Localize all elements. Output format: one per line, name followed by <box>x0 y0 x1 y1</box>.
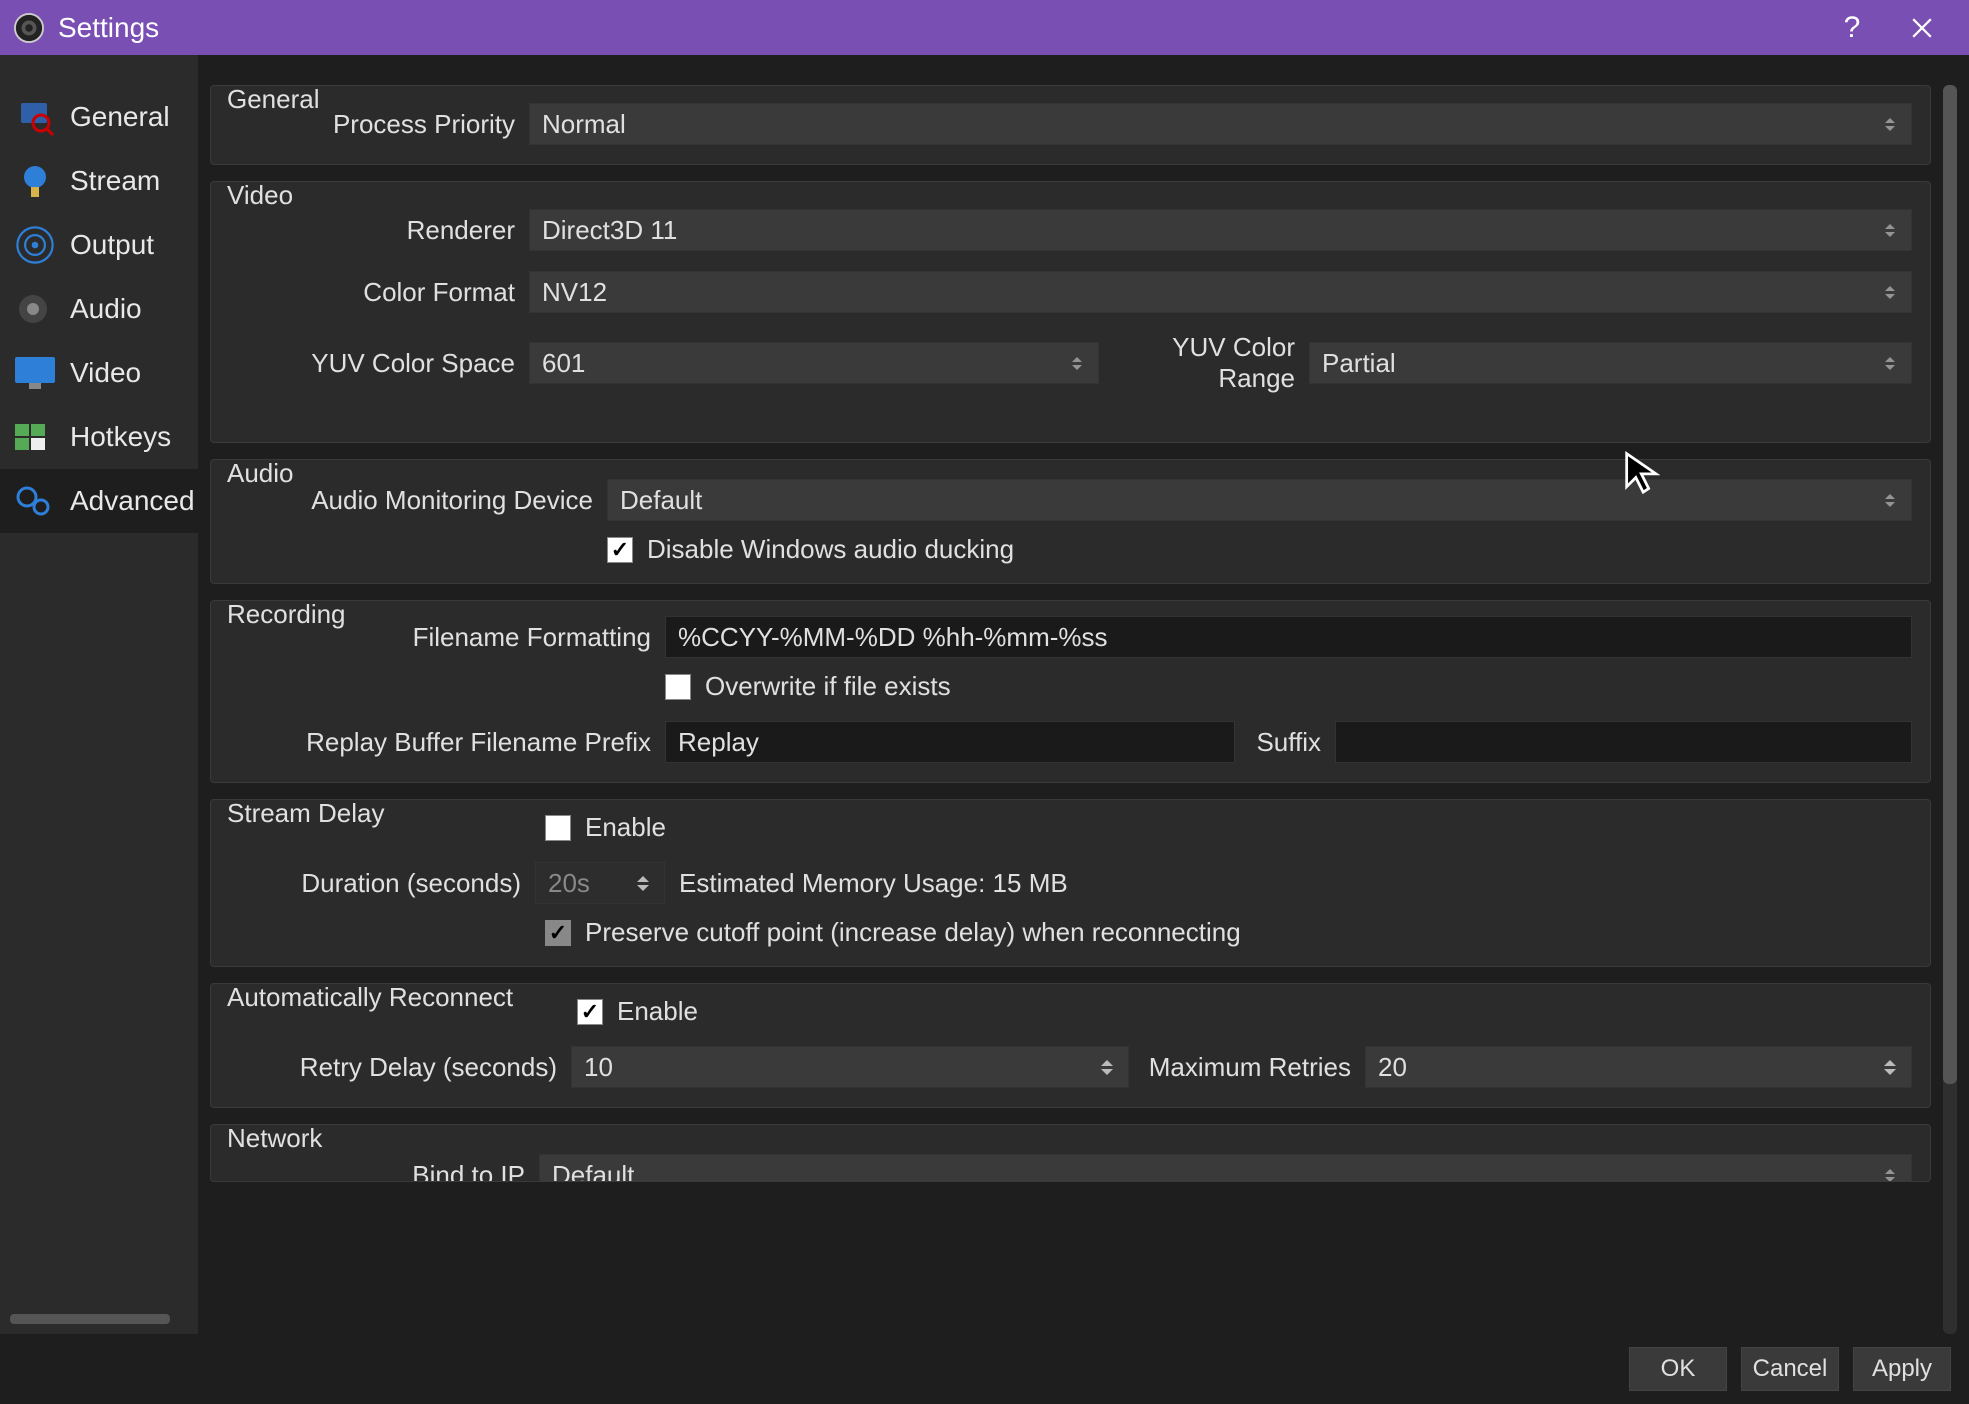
input-filename-formatting[interactable]: %CCYY-%MM-%DD %hh-%mm-%ss <box>665 616 1912 658</box>
titlebar: Settings ? <box>0 0 1969 55</box>
window-title: Settings <box>58 12 1817 44</box>
sidebar-label: Advanced <box>70 485 195 517</box>
sidebar-item-audio[interactable]: Audio <box>0 277 198 341</box>
label-overwrite: Overwrite if file exists <box>705 671 951 702</box>
sidebar-item-hotkeys[interactable]: Hotkeys <box>0 405 198 469</box>
gears-icon <box>10 476 60 526</box>
group-title: Automatically Reconnect <box>227 982 513 1013</box>
label-monitoring-device: Audio Monitoring Device <box>229 485 607 516</box>
ok-button[interactable]: OK <box>1629 1347 1727 1391</box>
select-monitoring-device[interactable]: Default <box>607 479 1912 521</box>
label-color-format: Color Format <box>229 277 529 308</box>
sidebar-label: Stream <box>70 165 160 197</box>
label-replay-prefix: Replay Buffer Filename Prefix <box>229 727 665 758</box>
input-replay-suffix[interactable] <box>1335 721 1912 763</box>
close-button[interactable] <box>1887 0 1957 55</box>
label-replay-suffix: Suffix <box>1235 727 1335 758</box>
select-process-priority[interactable]: Normal <box>529 103 1912 145</box>
help-button[interactable]: ? <box>1817 0 1887 55</box>
checkbox-stream-delay-enable[interactable] <box>545 815 571 841</box>
label-renderer: Renderer <box>229 215 529 246</box>
group-title: Audio <box>227 458 294 489</box>
label-yuv-space: YUV Color Space <box>229 348 529 379</box>
apply-button[interactable]: Apply <box>1853 1347 1951 1391</box>
group-recording: Recording Filename Formatting %CCYY-%MM-… <box>210 600 1931 783</box>
select-bind-ip[interactable]: Default <box>539 1154 1912 1182</box>
group-title: Video <box>227 180 293 211</box>
footer: OK Cancel Apply <box>0 1334 1969 1404</box>
sidebar-label: General <box>70 101 170 133</box>
search-icon <box>10 92 60 142</box>
globe-icon <box>10 156 60 206</box>
sidebar-item-advanced[interactable]: Advanced <box>0 469 198 533</box>
speaker-icon <box>10 284 60 334</box>
label-preserve-cutoff: Preserve cutoff point (increase delay) w… <box>585 917 1241 948</box>
sidebar-label: Hotkeys <box>70 421 171 453</box>
label-stream-delay-enable: Enable <box>585 812 666 843</box>
keyboard-icon <box>10 412 60 462</box>
group-title: Stream Delay <box>227 798 385 829</box>
checkbox-audio-ducking[interactable] <box>607 537 633 563</box>
label-estimated-memory: Estimated Memory Usage: 15 MB <box>679 868 1068 899</box>
group-general: General Process Priority Normal <box>210 85 1931 165</box>
obs-icon <box>12 11 46 45</box>
broadcast-icon <box>10 220 60 270</box>
group-title: Recording <box>227 599 346 630</box>
group-title: General <box>227 85 320 115</box>
label-retry-delay: Retry Delay (seconds) <box>229 1052 571 1083</box>
input-replay-prefix[interactable]: Replay <box>665 721 1235 763</box>
sidebar-item-general[interactable]: General <box>0 85 198 149</box>
select-color-format[interactable]: NV12 <box>529 271 1912 313</box>
sidebar-item-video[interactable]: Video <box>0 341 198 405</box>
vertical-scrollbar[interactable] <box>1943 85 1957 1334</box>
sidebar-item-stream[interactable]: Stream <box>0 149 198 213</box>
group-title: Network <box>227 1124 322 1154</box>
label-bind-ip: Bind to IP <box>229 1160 539 1183</box>
checkbox-preserve-cutoff <box>545 920 571 946</box>
monitor-icon <box>10 348 60 398</box>
sidebar-item-output[interactable]: Output <box>0 213 198 277</box>
input-retry-delay[interactable]: 10 <box>571 1046 1129 1088</box>
checkbox-overwrite[interactable] <box>665 674 691 700</box>
label-yuv-range: YUV Color Range <box>1099 332 1309 394</box>
sidebar: General Stream Output Audio Video Hotkey… <box>0 55 198 1334</box>
checkbox-reconnect-enable[interactable] <box>577 999 603 1025</box>
scrollbar-thumb[interactable] <box>1943 85 1957 1084</box>
group-audio: Audio Audio Monitoring Device Default Di… <box>210 459 1931 584</box>
input-max-retries[interactable]: 20 <box>1365 1046 1912 1088</box>
sidebar-scrollbar[interactable] <box>10 1314 170 1324</box>
sidebar-label: Audio <box>70 293 142 325</box>
group-video: Video Renderer Direct3D 11 Color Format … <box>210 181 1931 443</box>
content-pane: General Process Priority Normal Video Re… <box>198 55 1969 1334</box>
sidebar-label: Output <box>70 229 154 261</box>
group-network: Network Bind to IP Default <box>210 1124 1931 1182</box>
label-duration: Duration (seconds) <box>229 868 535 899</box>
label-reconnect-enable: Enable <box>617 996 698 1027</box>
select-renderer[interactable]: Direct3D 11 <box>529 209 1912 251</box>
sidebar-label: Video <box>70 357 141 389</box>
group-stream-delay: Stream Delay Enable Duration (seconds) 2… <box>210 799 1931 967</box>
cancel-button[interactable]: Cancel <box>1741 1347 1839 1391</box>
input-duration[interactable]: 20s <box>535 862 665 904</box>
select-yuv-space[interactable]: 601 <box>529 342 1099 384</box>
select-yuv-range[interactable]: Partial <box>1309 342 1912 384</box>
label-max-retries: Maximum Retries <box>1129 1052 1365 1083</box>
group-reconnect: Automatically Reconnect Enable Retry Del… <box>210 983 1931 1108</box>
label-audio-ducking: Disable Windows audio ducking <box>647 534 1014 565</box>
